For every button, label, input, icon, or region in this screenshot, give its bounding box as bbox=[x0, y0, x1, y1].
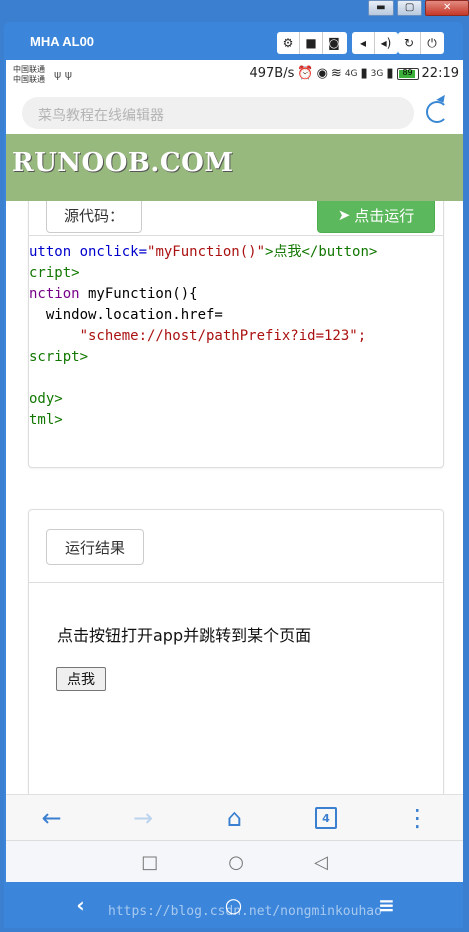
tabs-count: 4 bbox=[314, 807, 337, 829]
emulator-toolbar-volume: ◂ ◂) bbox=[352, 32, 398, 54]
wifi-icon: ≋ bbox=[330, 66, 342, 81]
signal-4g: 4G bbox=[344, 68, 358, 79]
code-line: utton onclick="myFunction()">点我</button> bbox=[29, 244, 378, 260]
clock: 22:19 bbox=[421, 66, 459, 81]
status-right: 497B/s ⏰ ◉ ≋ 4G ▮ 3G ▮ 89 22:19 bbox=[249, 66, 459, 81]
code-line: tml> bbox=[29, 412, 63, 428]
runoob-banner: RUNOOB.COM bbox=[6, 134, 463, 201]
run-button[interactable]: ➤ 点击运行 bbox=[317, 197, 435, 233]
signal-bars-icon-2: ▮ bbox=[386, 66, 394, 81]
battery-icon: 89 bbox=[396, 67, 419, 80]
signal-3g: 3G bbox=[370, 68, 384, 79]
recent-apps-icon[interactable]: □ bbox=[141, 852, 158, 873]
code-line: cript> bbox=[29, 265, 80, 281]
rotate-icon[interactable]: ↻ bbox=[398, 32, 420, 54]
network-speed: 497B/s bbox=[249, 66, 295, 81]
home-icon[interactable]: ⌂ bbox=[189, 795, 280, 841]
carrier-labels: 中国联通 中国联通 bbox=[13, 65, 45, 85]
window-controls: ▬ ▢ ✕ bbox=[368, 0, 469, 16]
source-code-label: 源代码： bbox=[46, 197, 142, 233]
carrier-1: 中国联通 bbox=[13, 65, 45, 74]
usb-icon: ψ ψ bbox=[54, 68, 73, 81]
maximize-button[interactable]: ▢ bbox=[396, 0, 423, 16]
code-editor[interactable]: utton onclick="myFunction()">点我</button>… bbox=[29, 242, 377, 431]
run-button-label: 点击运行 bbox=[354, 206, 415, 225]
runoob-logo: RUNOOB.COM bbox=[12, 148, 234, 178]
emulator-toolbar-media: ⚙ ■ ◙ bbox=[277, 32, 347, 54]
carrier-2: 中国联通 bbox=[13, 75, 45, 84]
alarm-icon: ⏰ bbox=[297, 66, 314, 81]
result-header: 运行结果 bbox=[29, 510, 443, 583]
volume-down-icon[interactable]: ◂ bbox=[352, 32, 374, 54]
android-home-icon[interactable]: ○ bbox=[228, 852, 244, 873]
back-arrow-icon[interactable]: ← bbox=[6, 795, 97, 841]
result-label: 运行结果 bbox=[46, 529, 144, 565]
minimize-button[interactable]: ▬ bbox=[368, 0, 394, 16]
gear-icon[interactable]: ⚙ bbox=[277, 32, 299, 54]
status-bar: 中国联通 中国联通 ψ ψ 497B/s ⏰ ◉ ≋ 4G ▮ 3G ▮ 89 … bbox=[6, 60, 463, 90]
android-nav-bar: □ ○ ◁ bbox=[6, 840, 463, 882]
emulator-toolbar-system: ↻ ⏻ bbox=[398, 32, 444, 54]
emulator-title: MHA AL00 bbox=[30, 34, 95, 49]
code-line: nction myFunction(){ bbox=[29, 286, 198, 302]
eye-icon: ◉ bbox=[316, 66, 328, 81]
web-page[interactable]: 源代码： ➤ 点击运行 utton onclick="myFunction()"… bbox=[6, 134, 463, 854]
code-line: window.location.href= bbox=[29, 307, 223, 323]
android-back-icon[interactable]: ◁ bbox=[314, 852, 328, 873]
phone-screen: 中国联通 中国联通 ψ ψ 497B/s ⏰ ◉ ≋ 4G ▮ 3G ▮ 89 … bbox=[6, 60, 463, 882]
power-icon[interactable]: ⏻ bbox=[420, 32, 443, 54]
source-code-card: 源代码： ➤ 点击运行 utton onclick="myFunction()"… bbox=[28, 184, 444, 468]
close-button[interactable]: ✕ bbox=[425, 0, 469, 16]
address-bar-text: 菜鸟教程在线编辑器 bbox=[38, 108, 164, 124]
result-text: 点击按钮打开app并跳转到某个页面 bbox=[57, 626, 312, 645]
browser-toolbar: ← → ⌂ 4 ⋮ bbox=[6, 794, 463, 841]
forward-arrow-icon[interactable]: → bbox=[97, 795, 188, 841]
click-me-button[interactable]: 点我 bbox=[56, 667, 106, 691]
camera-icon[interactable]: ◙ bbox=[322, 32, 345, 54]
emulator-back-icon[interactable]: ‹ bbox=[61, 893, 101, 917]
signal-bars-icon: ▮ bbox=[360, 66, 368, 81]
code-line: ​ bbox=[29, 368, 377, 389]
tabs-button[interactable]: 4 bbox=[280, 795, 371, 841]
code-line: script> bbox=[29, 349, 89, 365]
refresh-icon[interactable] bbox=[426, 101, 448, 123]
video-icon[interactable]: ■ bbox=[299, 32, 322, 54]
watermark: https://blog.csdn.net/nongminkouhao bbox=[108, 904, 382, 919]
more-icon[interactable]: ⋮ bbox=[372, 795, 463, 841]
volume-up-icon[interactable]: ◂) bbox=[374, 32, 397, 54]
code-line: ody> bbox=[29, 391, 63, 407]
code-line: "scheme://host/pathPrefix?id=123"; bbox=[29, 328, 367, 344]
send-icon: ➤ bbox=[337, 206, 351, 224]
